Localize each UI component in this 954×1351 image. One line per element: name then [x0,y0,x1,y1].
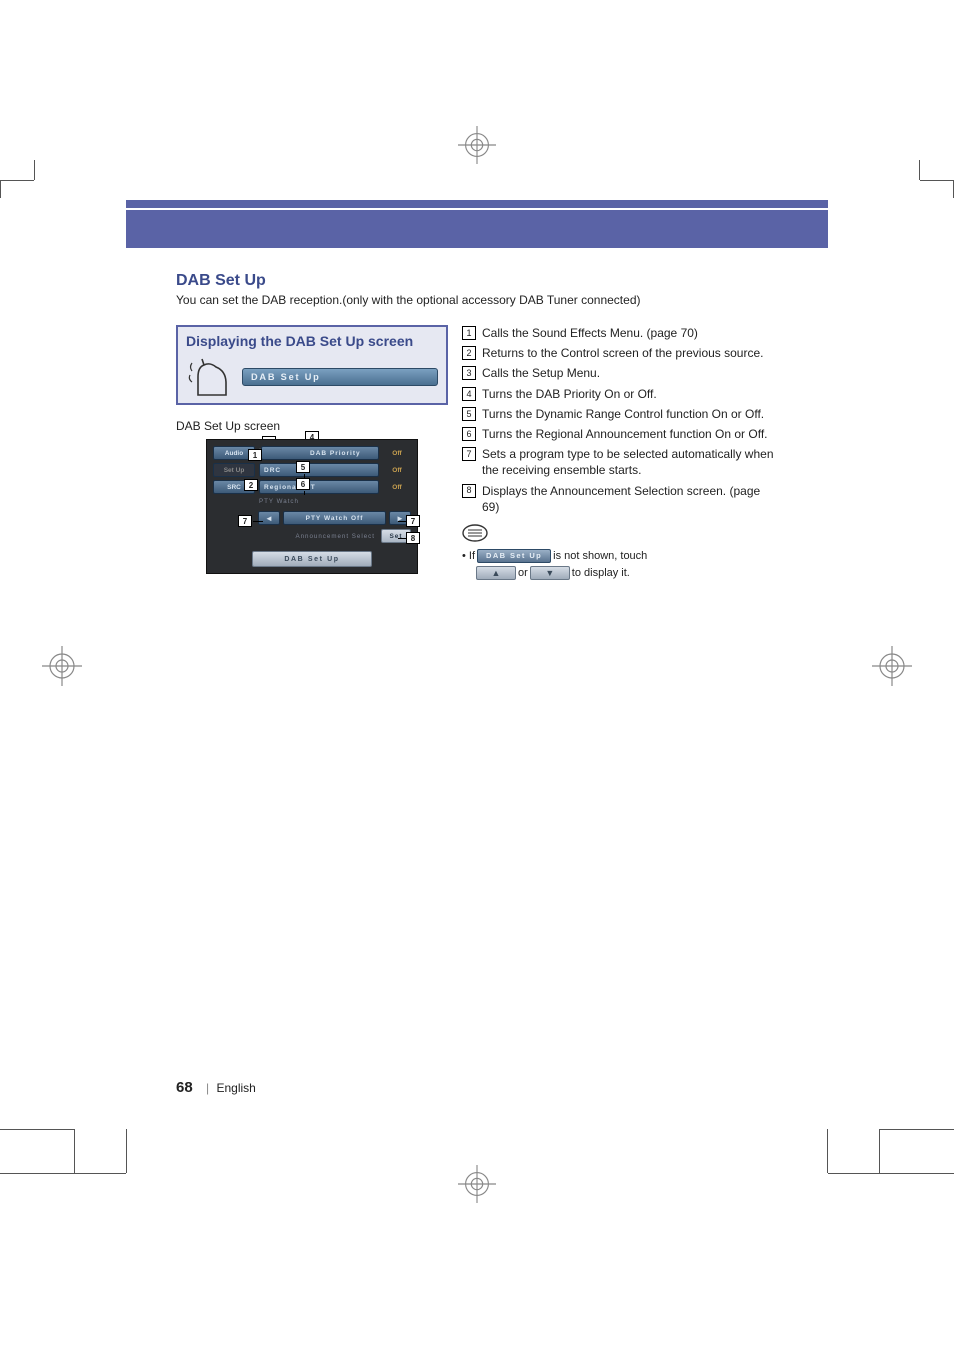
desc-item-2: 2 Returns to the Control screen of the p… [462,345,778,361]
scroll-up-button[interactable]: ▲ [476,566,516,580]
registration-mark-icon [458,126,496,164]
crop-mark [920,180,954,181]
page-number: 68 [176,1079,193,1096]
touch-hand-icon [186,357,232,397]
callout-5: 5 [296,461,310,473]
announcement-select-label: Announcement Select [213,533,378,540]
callout-2: 2 [244,479,258,491]
procedure-box: Displaying the DAB Set Up screen DAB Set… [176,325,448,405]
callout-1: 1 [248,449,262,461]
section-title: DAB Set Up [176,272,778,290]
note-text: • If DAB Set Up is not shown, touch [462,549,778,564]
crop-mark [0,1173,126,1174]
note-text-line2: ▲ or ▼ to display it. [462,566,778,581]
callout-8: 8 [406,532,420,544]
crop-mark [880,1129,954,1130]
crop-mark [34,160,35,180]
crop-mark [0,180,1,198]
procedure-title: Displaying the DAB Set Up screen [186,333,438,349]
desc-item-8: 8 Displays the Announcement Selection sc… [462,483,778,515]
dab-priority-row[interactable]: DAB Priority [261,446,379,460]
registration-mark-icon [42,646,82,686]
desc-item-4: 4 Turns the DAB Priority On or Off. [462,386,778,402]
page-footer: 68 | English [176,1079,256,1096]
desc-item-5: 5 Turns the Dynamic Range Control functi… [462,406,778,422]
registration-mark-icon [872,646,912,686]
section-subtitle: You can set the DAB reception.(only with… [176,293,778,307]
device-screenshot: 3 4 Audio Menu« DAB Priority Off Set Up [206,439,418,574]
crop-mark [0,1129,74,1130]
crop-mark [879,1129,880,1173]
crop-mark [126,1129,127,1173]
callout-6: 6 [296,478,310,490]
page-language: English [217,1081,256,1095]
note-icon [462,523,488,543]
desc-item-6: 6 Turns the Regional Announcement functi… [462,426,778,442]
page-header [126,200,828,248]
regional-int-row[interactable]: Regional INT [259,480,379,494]
desc-item-3: 3 Calls the Setup Menu. [462,365,778,381]
regional-int-value: Off [383,480,411,494]
crop-mark [828,1173,954,1174]
crop-mark [74,1129,75,1173]
pty-prev-button[interactable]: ◄ [258,511,280,525]
callout-7-left: 7 [238,515,252,527]
drc-value: Off [383,463,411,477]
scroll-down-button[interactable]: ▼ [530,566,570,580]
desc-item-7: 7 Sets a program type to be selected aut… [462,446,778,478]
screen-title-plate: DAB Set Up [252,551,372,567]
desc-item-1: 1 Calls the Sound Effects Menu. (page 70… [462,325,778,341]
registration-mark-icon [458,1165,496,1203]
crop-mark [827,1129,828,1173]
pty-watch-value[interactable]: PTY Watch Off [283,511,386,525]
dab-priority-value: Off [383,446,411,460]
crop-mark [919,160,920,180]
callout-7-right: 7 [406,515,420,527]
dab-setup-tab[interactable]: DAB Set Up [242,368,438,386]
setup-button[interactable]: Set Up [213,463,255,477]
crop-mark [0,180,34,181]
drc-row[interactable]: DRC [259,463,379,477]
pty-watch-label: PTY Watch [259,498,411,505]
note-dab-setup-button[interactable]: DAB Set Up [477,549,551,563]
